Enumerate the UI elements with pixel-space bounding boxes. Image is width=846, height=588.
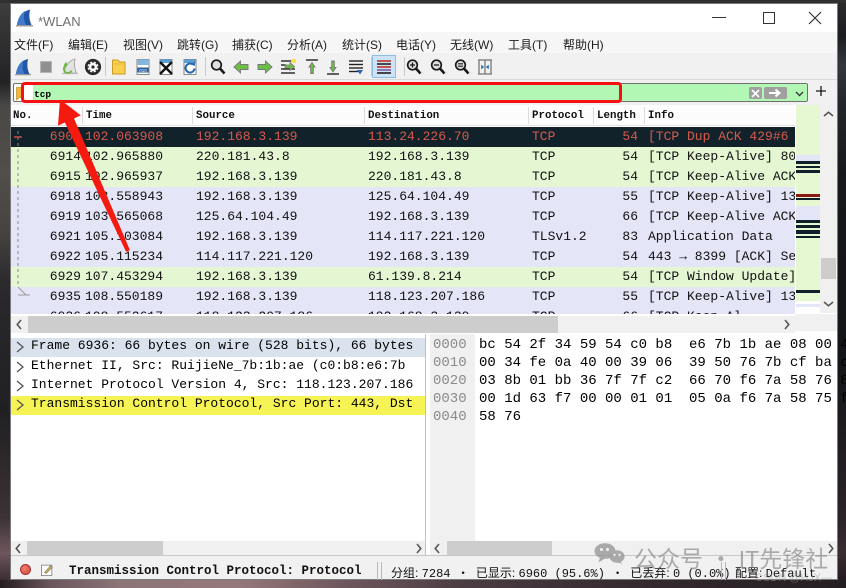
svg-text:010: 010 (139, 68, 147, 73)
